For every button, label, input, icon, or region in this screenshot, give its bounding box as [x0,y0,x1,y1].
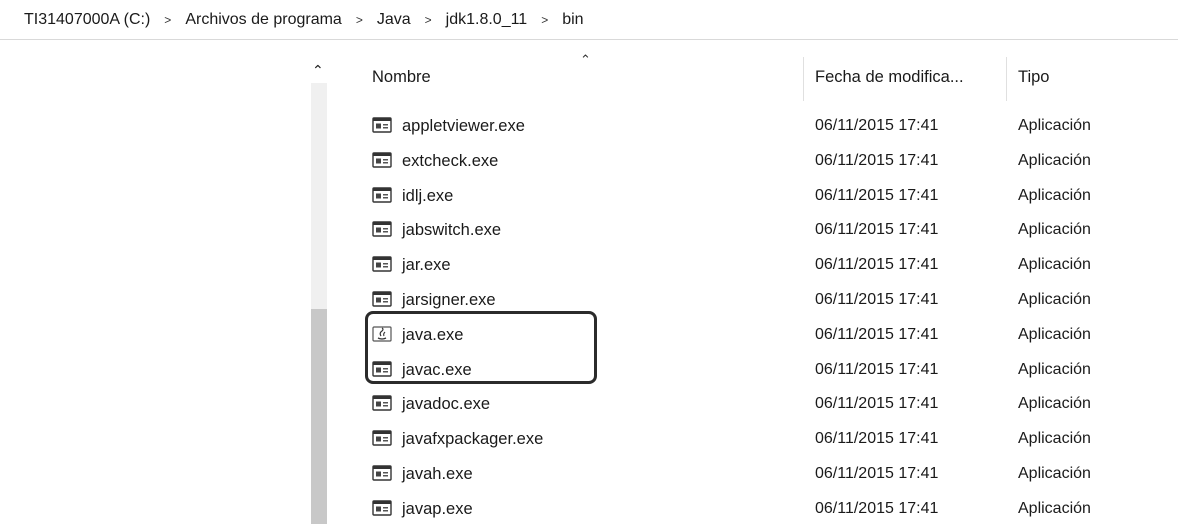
file-name: jar.exe [402,256,451,275]
file-row[interactable]: jar.exe 06/11/2015 17:41 Aplicación [340,248,1178,282]
file-type: Aplicación [1018,325,1091,343]
exe-icon [372,186,392,203]
file-date: 06/11/2015 17:41 [815,291,939,308]
exe-icon [372,152,392,168]
exe-icon [372,360,392,377]
file-type: Aplicación [1018,465,1091,482]
breadcrumb-separator-icon[interactable]: > [541,13,548,27]
scroll-up-icon[interactable]: ⌃ [312,63,324,77]
file-type: Aplicación [1018,430,1091,448]
breadcrumb-separator-icon[interactable]: > [356,13,363,27]
column-header-date[interactable]: Fecha de modifica... [815,57,1005,97]
file-date: 06/11/2015 17:41 [815,151,939,169]
file-date: 06/11/2015 17:41 [815,499,939,517]
breadcrumb: TI31407000A (C:) > Archivos de programa … [0,0,1178,40]
file-row[interactable]: jabswitch.exe 06/11/2015 17:41 Aplicación [340,213,1178,247]
file-row[interactable]: jarsigner.exe 06/11/2015 17:41 Aplicación [340,283,1178,317]
file-type: Aplicación [1018,117,1091,134]
file-type: Aplicación [1018,360,1091,378]
breadcrumb-jdk[interactable]: jdk1.8.0_11 [444,11,530,29]
file-row[interactable]: idlj.exe 06/11/2015 17:41 Aplicación [340,179,1178,213]
file-date: 06/11/2015 17:41 [815,117,939,134]
exe-icon [372,221,392,238]
file-type: Aplicación [1018,221,1091,239]
nav-pane-scrollbar[interactable]: ⌃ [310,57,328,524]
file-row[interactable]: javap.exe 06/11/2015 17:41 Aplicación [340,492,1178,526]
breadcrumb-separator-icon[interactable]: > [425,13,432,27]
file-date: 06/11/2015 17:41 [815,221,939,239]
exe-icon [372,291,392,307]
breadcrumb-bin[interactable]: bin [560,11,585,29]
file-date: 06/11/2015 17:41 [815,256,939,274]
breadcrumb-java[interactable]: Java [375,11,413,29]
exe-icon [372,500,392,516]
exe-icon [372,117,392,133]
file-row[interactable]: javah.exe 06/11/2015 17:41 Aplicación [340,457,1178,491]
file-date: 06/11/2015 17:41 [815,186,939,204]
file-type: Aplicación [1018,499,1091,517]
file-name: javac.exe [402,360,472,379]
file-row[interactable]: javafxpackager.exe 06/11/2015 17:41 Aplica… [340,422,1178,456]
java-cup-icon [372,326,392,342]
file-date: 06/11/2015 17:41 [815,465,939,482]
file-name: javap.exe [402,499,473,518]
exe-icon [372,395,392,412]
file-row[interactable]: java.exe 06/11/2015 17:41 Aplicación [340,318,1178,352]
column-header-type[interactable]: Tipo [1018,57,1138,97]
file-name: javafxpackager.exe [402,430,544,449]
file-name: javah.exe [402,465,473,483]
exe-icon [372,465,392,481]
file-name: appletviewer.exe [402,117,525,135]
file-type: Aplicación [1018,186,1091,204]
file-name: javadoc.exe [402,395,491,414]
file-type: Aplicación [1018,395,1091,413]
scrollbar-track[interactable] [311,83,327,309]
column-divider[interactable] [1006,57,1007,101]
exe-icon [372,256,392,272]
file-row[interactable]: javac.exe 06/11/2015 17:41 Aplicación [340,353,1178,387]
file-name: jabswitch.exe [402,221,502,240]
file-name: java.exe [402,325,464,344]
exe-icon [372,430,392,446]
file-type: Aplicación [1018,151,1091,169]
file-row[interactable]: javadoc.exe 06/11/2015 17:41 Aplicación [340,387,1178,421]
file-type: Aplicación [1018,256,1091,274]
file-type: Aplicación [1018,291,1091,308]
column-divider[interactable] [803,57,804,101]
file-date: 06/11/2015 17:41 [815,360,939,378]
file-date: 06/11/2015 17:41 [815,395,939,413]
breadcrumb-program-files[interactable]: Archivos de programa [183,11,344,29]
file-date: 06/11/2015 17:41 [815,430,939,448]
file-row[interactable]: appletviewer.exe 06/11/2015 17:41 Aplicaci… [340,109,1178,143]
file-name: jarsigner.exe [402,291,496,309]
file-date: 06/11/2015 17:41 [815,325,939,343]
scrollbar-thumb[interactable] [311,309,327,524]
breadcrumb-separator-icon[interactable]: > [164,13,171,27]
file-row[interactable]: extcheck.exe 06/11/2015 17:41 Aplicación [340,144,1178,178]
file-name: idlj.exe [402,186,454,205]
breadcrumb-drive[interactable]: TI31407000A (C:) [22,11,152,29]
column-header-name[interactable]: Nombre [372,57,802,97]
file-name: extcheck.exe [402,151,499,170]
